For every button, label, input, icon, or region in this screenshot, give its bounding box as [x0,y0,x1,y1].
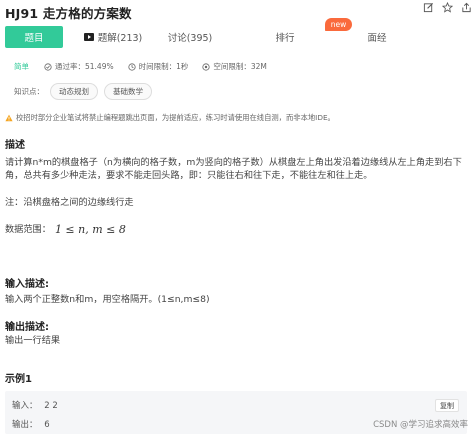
example-input: 输入： 2 2 [12,399,58,411]
description-line-2: 角，总共有多少种走法，要求不能走回头路，即：只能往右和往下走，不能往左和往上走。 [5,170,373,181]
tab-ranking-label: 排行 [275,33,295,44]
knowledge-label: 知识点： [14,87,44,96]
tab-solutions-label: 题解(213) [97,33,143,44]
input-desc-text: 输入两个正整数n和m，用空格隔开。(1≤n,m≤8) [5,294,210,305]
warning-notice: 校招时部分企业笔试将禁止编程题跳出页面，为提前适应，练习时请使用在线自测，而非本… [5,113,335,123]
tab-interview-label: 面经 [367,33,387,44]
memory-limit: 空间限制：32M [202,61,267,72]
time-limit: 时间限制：1秒 [128,61,189,72]
description-title: 描述 [5,140,25,151]
problem-meta: 简单 通过率：51.49% 时间限制：1秒 空间限制：32M [14,61,281,72]
example-output-label: 输出： [12,420,38,430]
memory-limit-text: 空间限制：32M [213,62,267,71]
tab-discussion-label: 讨论(395) [167,33,213,44]
input-desc-title: 输入描述: [5,279,49,290]
tab-problem[interactable]: 题目 [5,26,63,48]
tab-solutions[interactable]: 题解(213) [73,26,153,48]
warning-icon [5,114,13,122]
star-icon[interactable] [441,1,454,16]
header-actions [423,1,472,16]
tag-basic-math[interactable]: 基础数学 [104,83,152,100]
share-icon[interactable] [461,2,472,16]
description-line-1: 请计算n*m的棋盘格子（n为横向的格子数，m为竖向的格子数）从棋盘左上角出发沿着… [5,157,462,168]
tab-ranking[interactable]: 排行 [255,26,315,48]
tab-interview[interactable]: 面经 [347,26,407,48]
output-desc-title: 输出描述: [5,322,49,333]
difficulty-label: 简单 [14,62,29,71]
video-icon [83,33,94,41]
clock-icon [128,62,136,71]
example-title: 示例1 [5,374,32,385]
edit-icon[interactable] [423,2,434,16]
memory-icon [202,62,210,71]
problem-header: HJ91 走方格的方案数 [5,3,469,21]
output-desc-text: 输出一行结果 [5,335,61,346]
knowledge-points: 知识点： 动态规划 基础数学 [14,83,152,100]
problem-title: HJ91 走方格的方案数 [5,5,132,21]
pass-rate-text: 通过率：51.49% [55,62,114,71]
check-circle-icon [44,62,52,71]
data-range: 数据范围： 1 ≤ n, m ≤ 8 [5,223,126,236]
example-output: 输出： 6 [12,418,50,430]
csdn-watermark: CSDN @学习追求高效率 [373,420,468,430]
description-note: 注：沿棋盘格之间的边缘线行走 [5,197,134,208]
time-limit-text: 时间限制：1秒 [138,62,189,71]
tab-problem-label: 题目 [24,33,44,44]
data-range-math: 1 ≤ n, m ≤ 8 [54,223,126,236]
example-output-value: 6 [44,420,50,430]
example-input-label: 输入： [12,401,38,411]
copy-button[interactable]: 复制 [435,399,459,412]
warning-text: 校招时部分企业笔试将禁止编程题跳出页面，为提前适应，练习时请使用在线自测，而非本… [16,113,335,122]
data-range-label: 数据范围： [5,224,51,235]
tab-discussion[interactable]: 讨论(395) [155,26,225,48]
new-badge: new [325,18,352,31]
example-input-value: 2 2 [44,401,58,411]
pass-rate: 通过率：51.49% [44,61,114,72]
tag-dynamic-programming[interactable]: 动态规划 [50,83,98,100]
problem-tabs: 题目 题解(213) 讨论(395) 排行 面经 [5,26,469,48]
